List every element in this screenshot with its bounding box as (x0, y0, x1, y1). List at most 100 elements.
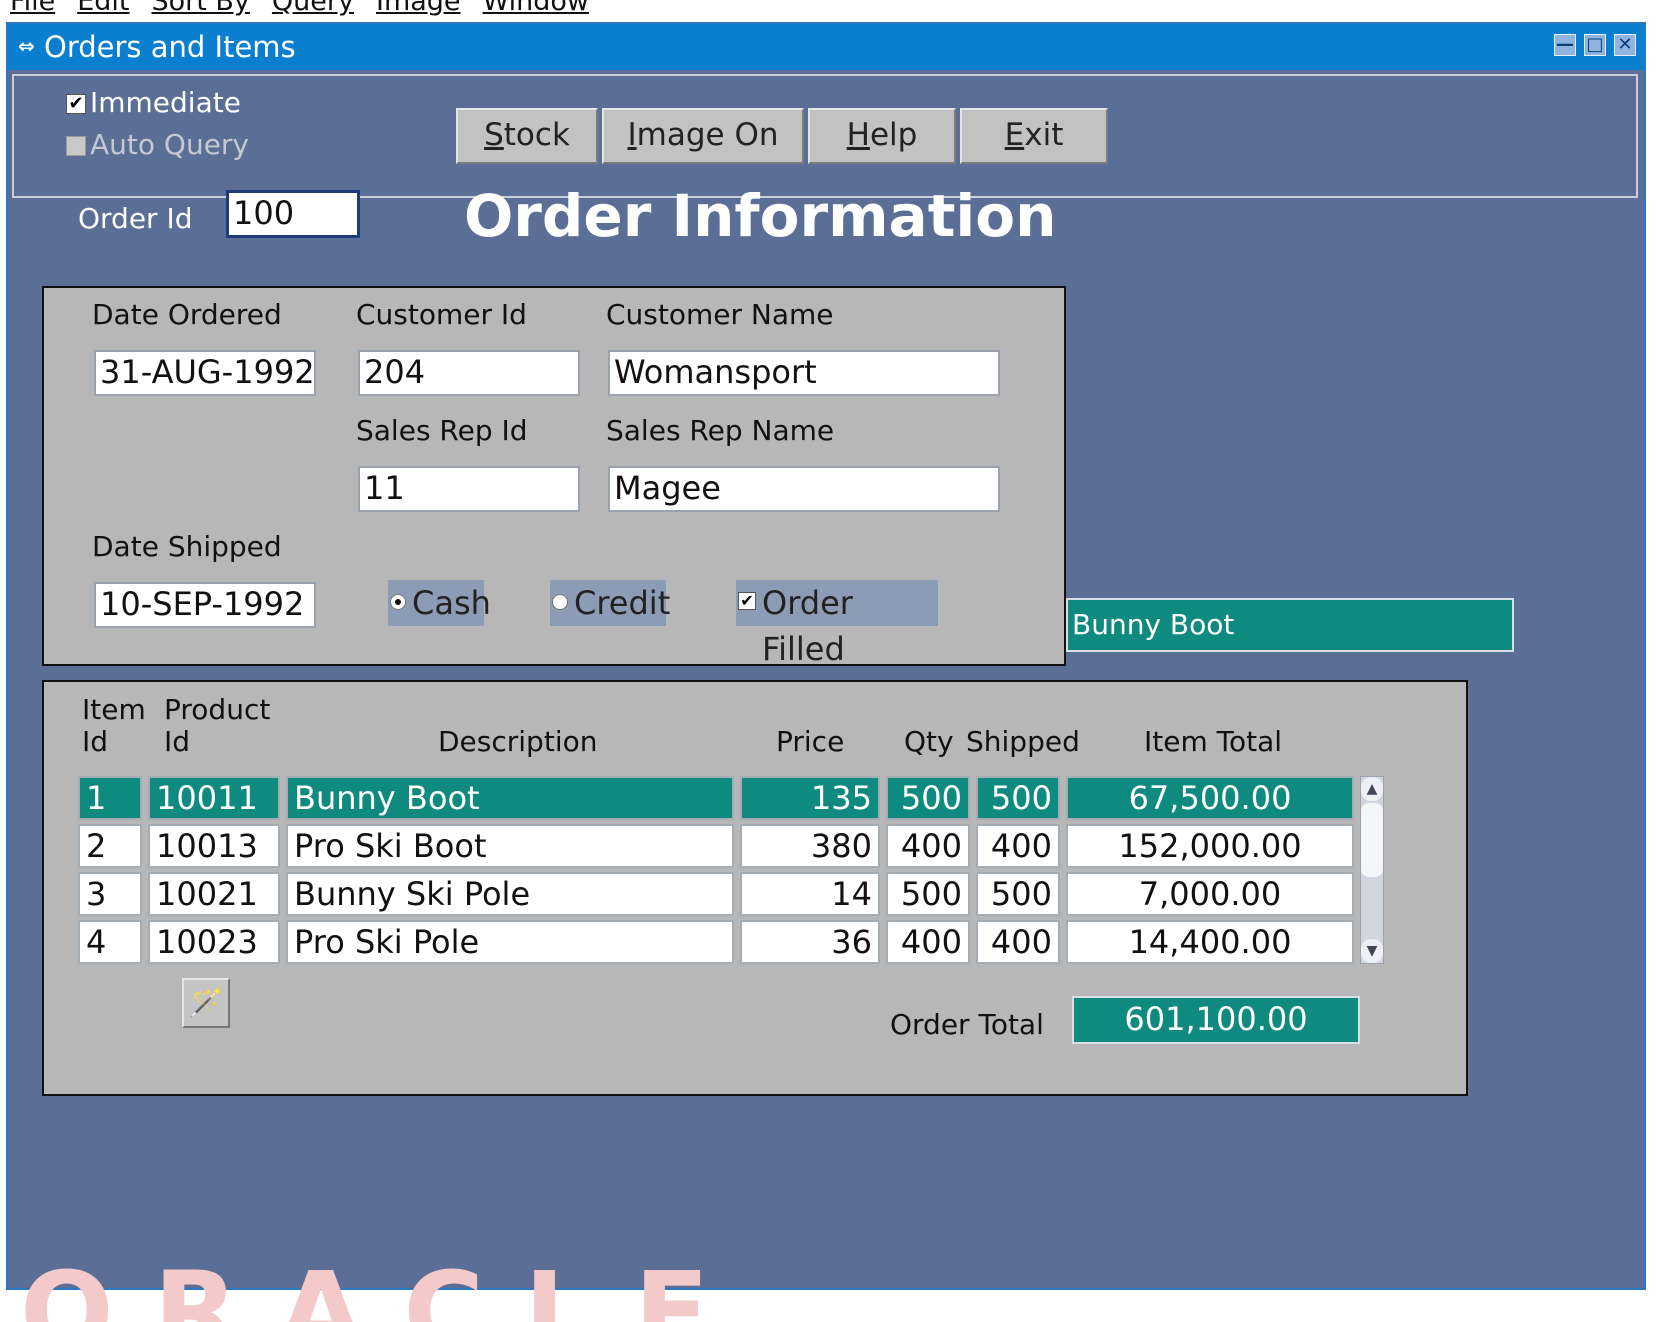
menu-edit[interactable]: Edit (77, 0, 129, 17)
sales-rep-name-field[interactable]: Magee (608, 466, 1000, 512)
image-on-button[interactable]: Image On (602, 108, 804, 164)
date-ordered-label: Date Ordered (92, 298, 282, 331)
app-icon: ⇔ (18, 34, 35, 58)
cell-price[interactable]: 14 (740, 872, 880, 916)
cell-description[interactable]: Pro Ski Pole (286, 920, 734, 964)
menu-window[interactable]: Window (483, 0, 589, 17)
order-id-input[interactable]: 100 (226, 190, 360, 238)
stock-button[interactable]: Stock (456, 108, 598, 164)
cell-shipped[interactable]: 400 (976, 824, 1060, 868)
order-info-panel: Date Ordered 31-AUG-1992 Customer Id 204… (42, 286, 1066, 668)
auto-query-checkbox (66, 136, 86, 156)
magic-wand-icon[interactable]: 🪄 (182, 978, 230, 1028)
cash-radio[interactable] (390, 594, 406, 610)
col-product-id-header-1: Product (164, 693, 271, 726)
help-button[interactable]: Help (808, 108, 956, 164)
sales-rep-name-label: Sales Rep Name (606, 414, 835, 447)
cash-label: Cash (412, 584, 491, 622)
cell-product-id[interactable]: 10023 (148, 920, 280, 964)
col-item-id-header-1: Item (82, 693, 146, 726)
cell-qty[interactable]: 400 (886, 824, 970, 868)
cell-item-id[interactable]: 1 (78, 776, 142, 820)
help-label: elp (869, 117, 918, 153)
menu-sort-by[interactable]: Sort By (151, 0, 249, 17)
cell-price[interactable]: 36 (740, 920, 880, 964)
col-description-header: Description (438, 725, 598, 758)
customer-name-label: Customer Name (606, 298, 834, 331)
date-shipped-field[interactable]: 10-SEP-1992 (94, 582, 316, 628)
page-title: Order Information (464, 182, 1057, 250)
cell-item-id[interactable]: 2 (78, 824, 142, 868)
window-title: Orders and Items (44, 30, 296, 64)
close-icon[interactable]: ✕ (1614, 34, 1636, 56)
col-shipped-header: Shipped (966, 725, 1080, 758)
auto-query-label: Auto Query (90, 128, 250, 161)
col-price-header: Price (776, 725, 845, 758)
cell-price[interactable]: 135 (740, 776, 880, 820)
minimize-icon[interactable]: — (1554, 34, 1576, 56)
cell-item-id[interactable]: 4 (78, 920, 142, 964)
customer-id-field[interactable]: 204 (358, 350, 580, 396)
exit-button[interactable]: Exit (960, 108, 1108, 164)
cell-shipped[interactable]: 500 (976, 776, 1060, 820)
cell-qty[interactable]: 500 (886, 776, 970, 820)
immediate-label: Immediate (90, 86, 241, 119)
col-item-id-header-2: Id (82, 725, 109, 758)
maximize-icon[interactable]: □ (1584, 34, 1606, 56)
items-scrollbar[interactable]: ▲ ▼ (1360, 776, 1384, 964)
menu-image[interactable]: Image (376, 0, 461, 17)
order-filled-label: Order Filled (762, 584, 853, 668)
image-on-label: mage On (636, 117, 779, 153)
scroll-thumb[interactable] (1361, 803, 1383, 877)
credit-option[interactable]: Credit (550, 580, 670, 626)
stock-label: tock (503, 117, 570, 153)
order-filled-option[interactable]: ✔ Order Filled (736, 580, 938, 668)
orders-window: ⇔ Orders and Items — □ ✕ ✔ Immediate Aut… (6, 22, 1646, 1290)
cell-item-total[interactable]: 152,000.00 (1066, 824, 1354, 868)
cell-item-total[interactable]: 67,500.00 (1066, 776, 1354, 820)
sales-rep-id-label: Sales Rep Id (356, 414, 528, 447)
cell-item-id[interactable]: 3 (78, 872, 142, 916)
cell-shipped[interactable]: 400 (976, 920, 1060, 964)
col-item-total-header: Item Total (1144, 725, 1283, 758)
exit-mnemonic: E (1004, 117, 1025, 153)
cell-product-id[interactable]: 10021 (148, 872, 280, 916)
cell-price[interactable]: 380 (740, 824, 880, 868)
scroll-down-icon[interactable]: ▼ (1361, 939, 1383, 963)
cell-description[interactable]: Bunny Ski Pole (286, 872, 734, 916)
immediate-checkbox[interactable]: ✔ (66, 94, 86, 114)
credit-radio[interactable] (552, 594, 568, 610)
date-ordered-field[interactable]: 31-AUG-1992 (94, 350, 316, 396)
order-filled-checkbox[interactable]: ✔ (738, 592, 756, 610)
stock-mnemonic: S (484, 117, 504, 153)
cell-qty[interactable]: 400 (886, 920, 970, 964)
sales-rep-id-field[interactable]: 11 (358, 466, 580, 512)
order-id-label: Order Id (78, 202, 193, 235)
menu-file[interactable]: File (10, 0, 55, 17)
credit-label: Credit (574, 584, 671, 622)
watermark: ORACLE TUTORIALS (20, 1262, 1650, 1322)
order-total-label: Order Total (890, 1008, 1044, 1041)
cell-item-total[interactable]: 7,000.00 (1066, 872, 1354, 916)
cell-description[interactable]: Bunny Boot (286, 776, 734, 820)
menu-query[interactable]: Query (272, 0, 354, 17)
customer-name-field[interactable]: Womansport (608, 350, 1000, 396)
col-qty-header: Qty (904, 725, 954, 758)
cell-qty[interactable]: 500 (886, 872, 970, 916)
exit-label: xit (1024, 117, 1064, 153)
title-bar[interactable]: ⇔ Orders and Items — □ ✕ (8, 24, 1644, 70)
toolbar: ✔ Immediate Auto Query Stock Image On He… (12, 74, 1638, 198)
order-total-field: 601,100.00 (1072, 996, 1360, 1044)
scroll-up-icon[interactable]: ▲ (1361, 777, 1383, 801)
cell-shipped[interactable]: 500 (976, 872, 1060, 916)
image-on-mnemonic: I (627, 117, 637, 153)
selected-product-bar: Bunny Boot (1066, 598, 1514, 652)
cell-item-total[interactable]: 14,400.00 (1066, 920, 1354, 964)
cash-option[interactable]: Cash (388, 580, 491, 626)
cell-product-id[interactable]: 10011 (148, 776, 280, 820)
customer-id-label: Customer Id (356, 298, 527, 331)
cell-description[interactable]: Pro Ski Boot (286, 824, 734, 868)
items-panel: Item Id Product Id Description Price Qty… (42, 680, 1468, 1096)
cell-product-id[interactable]: 10013 (148, 824, 280, 868)
col-product-id-header-2: Id (164, 725, 191, 758)
